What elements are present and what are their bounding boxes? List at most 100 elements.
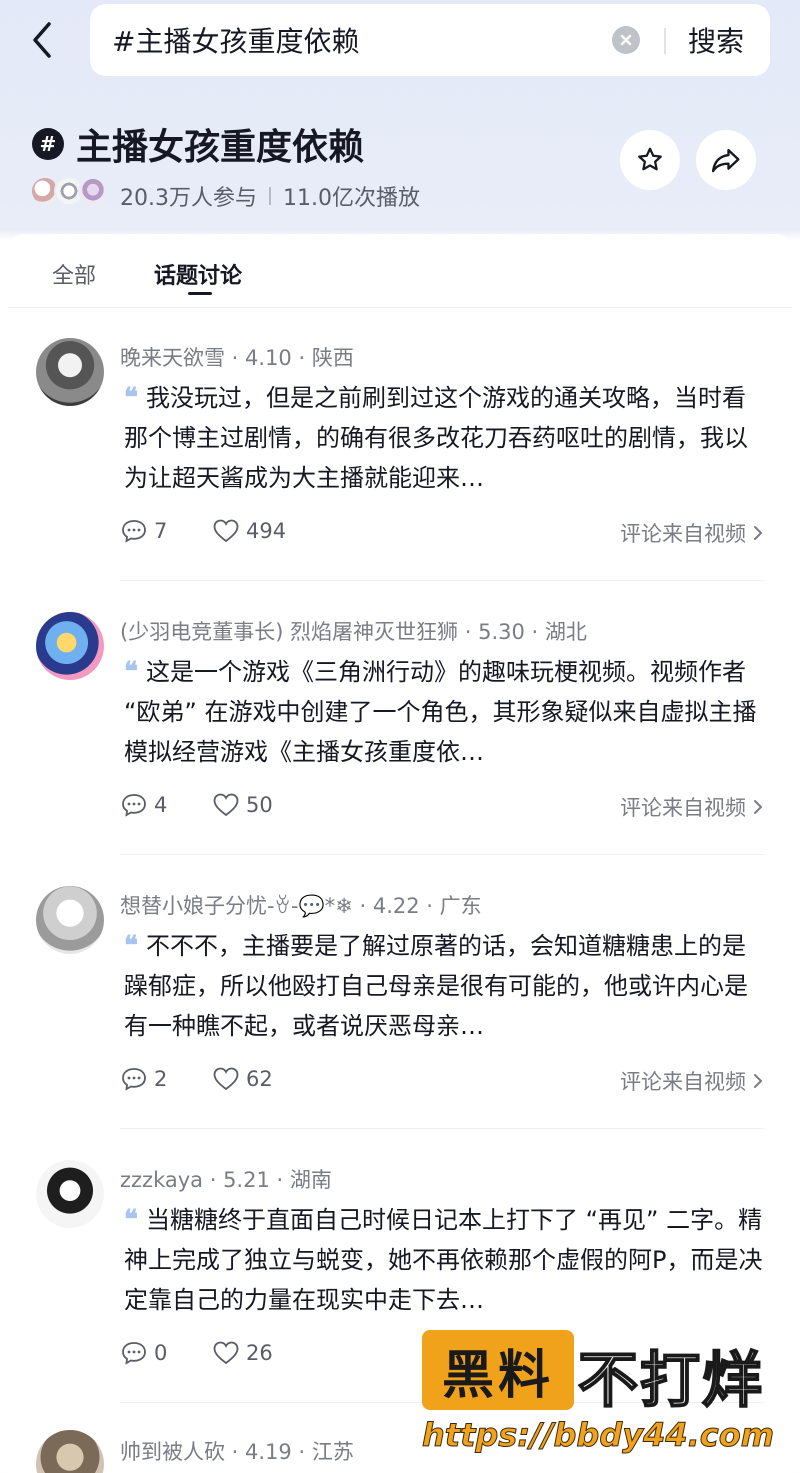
source-link[interactable]: 评论来自视频: [620, 518, 764, 548]
username[interactable]: 晚来天欲雪: [120, 346, 225, 370]
comment-text: 当糖糖终于直面自己时候日记本上打下了 “再见” 二字。精神上完成了独立与蜕变，她…: [124, 1206, 763, 1314]
post-region: 湖北: [544, 620, 587, 644]
comment-text-block[interactable]: ❝ 当糖糖终于直面自己时候日记本上打下了 “再见” 二字。精神上完成了独立与蜕变，…: [124, 1200, 764, 1320]
divider: [664, 28, 666, 54]
chevron-right-icon: [754, 1074, 763, 1088]
avatar: [78, 176, 108, 206]
tab-bar: 全部 话题讨论: [8, 234, 792, 308]
comment-meta: 晚来天欲雪 · 4.10 · 陕西: [120, 346, 354, 370]
clear-search-button[interactable]: [612, 26, 640, 54]
comment-count-button[interactable]: 4: [120, 792, 167, 818]
comment-count: 7: [154, 519, 168, 543]
divider: [120, 854, 764, 855]
post-date: 5.30: [478, 620, 525, 644]
source-label: 评论来自视频: [620, 522, 746, 546]
share-button[interactable]: [696, 130, 756, 190]
avatar[interactable]: [36, 612, 104, 680]
source-label: 评论来自视频: [620, 1070, 746, 1094]
comment-actions: 4 50 评论来自视频: [120, 792, 764, 832]
post-date: 4.19: [245, 1440, 292, 1464]
like-button[interactable]: 50: [212, 792, 273, 818]
like-button[interactable]: 26: [212, 1340, 273, 1366]
quote-icon: ❝: [124, 657, 138, 687]
comment-text-block[interactable]: ❝ 我没玩过，但是之前刷到过这个游戏的通关攻略，当时看那个博主过剧情，的确有很多改…: [124, 378, 764, 498]
heart-icon: [213, 519, 239, 543]
comment-icon: [122, 1068, 146, 1091]
search-box[interactable]: #主播女孩重度依赖 搜索: [90, 4, 770, 76]
avatar[interactable]: [36, 1160, 104, 1228]
comment-icon: [122, 794, 146, 817]
like-count: 494: [246, 519, 287, 543]
avatar[interactable]: [36, 886, 104, 954]
quote-icon: ❝: [124, 383, 138, 413]
chevron-right-icon: [754, 800, 763, 814]
comment-count: 0: [154, 1341, 168, 1365]
post-region: 江苏: [311, 1440, 354, 1464]
post-date: 4.10: [245, 346, 292, 370]
avatar[interactable]: [36, 338, 104, 406]
comment-text: 这是一个游戏《三角洲行动》的趣味玩梗视频。视频作者 “欧弟” 在游戏中创建了一个…: [124, 658, 757, 766]
comment-meta: zzzkaya · 5.21 · 湖南: [120, 1168, 332, 1192]
username[interactable]: zzzkaya: [120, 1168, 203, 1192]
active-tab-indicator: [188, 292, 212, 295]
top-bar: #主播女孩重度依赖 搜索: [0, 0, 800, 90]
comment-meta: (少羽电竞董事长) 烈焰屠神灭世狂狮 · 5.30 · 湖北: [120, 620, 587, 644]
username[interactable]: 帅到被人砍: [120, 1440, 225, 1464]
topic-header: # 主播女孩重度依赖 20.3万人参与 11.0亿次播放: [0, 110, 800, 230]
comment-icon: [122, 520, 146, 543]
comment-count: 2: [154, 1067, 168, 1091]
hashtag-icon: #: [32, 128, 64, 160]
tab-all[interactable]: 全部: [52, 258, 96, 290]
source-link[interactable]: 评论来自视频: [620, 1066, 764, 1096]
participant-avatars: [30, 176, 114, 210]
heart-icon: [213, 1067, 239, 1091]
comment-count-button[interactable]: 0: [120, 1340, 167, 1366]
divider: [269, 187, 271, 205]
username[interactable]: (少羽电竞董事长) 烈焰屠神灭世狂狮: [120, 620, 458, 644]
username[interactable]: 想替小娘子分忧-ꈊ-💬*❄: [120, 894, 353, 918]
comment-text-block[interactable]: ❝ 不不不，主播要是了解过原著的话，会知道糖糖患上的是躁郁症，所以他殴打自己母亲是…: [124, 926, 764, 1046]
chevron-left-icon: [33, 22, 51, 58]
comment-text: 不不不，主播要是了解过原著的话，会知道糖糖患上的是躁郁症，所以他殴打自己母亲是很…: [124, 932, 748, 1040]
source-label: 评论来自视频: [620, 796, 746, 820]
like-button[interactable]: 494: [212, 518, 286, 544]
comment-count-button[interactable]: 2: [120, 1066, 167, 1092]
source-link[interactable]: 评论来自视频: [620, 792, 764, 822]
comment-count: 4: [154, 793, 168, 817]
divider: [120, 1128, 764, 1129]
comment-text: 我没玩过，但是之前刷到过这个游戏的通关攻略，当时看那个博主过剧情，的确有很多改花…: [124, 384, 748, 492]
close-icon: [620, 34, 632, 46]
back-button[interactable]: [22, 18, 62, 62]
watermark-logo: 黑料: [422, 1330, 574, 1410]
comment-count-button[interactable]: 7: [120, 518, 167, 544]
topic-stats: 20.3万人参与 11.0亿次播放: [120, 180, 420, 212]
comment-text-block[interactable]: ❝ 这是一个游戏《三角洲行动》的趣味玩梗视频。视频作者 “欧弟” 在游戏中创建了一…: [124, 652, 764, 772]
participants-count: 20.3万人参与: [120, 186, 257, 211]
favorite-button[interactable]: [620, 130, 680, 190]
avatar[interactable]: [36, 1430, 104, 1473]
comment-actions: 2 62 评论来自视频: [120, 1066, 764, 1106]
like-count: 62: [246, 1067, 273, 1091]
comment-icon: [122, 1342, 146, 1365]
quote-icon: ❝: [124, 1205, 138, 1235]
chevron-right-icon: [754, 526, 763, 540]
post-region: 广东: [439, 894, 482, 918]
watermark-url: https://bbdy44.com: [421, 1416, 775, 1455]
page-title: 主播女孩重度依赖: [76, 127, 365, 168]
comment-meta: 帅到被人砍 · 4.19 · 江苏: [120, 1440, 354, 1464]
divider: [120, 580, 764, 581]
like-button[interactable]: 62: [212, 1066, 273, 1092]
post-region: 湖南: [289, 1168, 332, 1192]
search-input[interactable]: #主播女孩重度依赖: [112, 20, 359, 60]
post-date: 4.22: [372, 894, 420, 918]
like-count: 26: [246, 1341, 273, 1365]
post-date: 5.21: [223, 1168, 270, 1192]
star-icon: [638, 147, 662, 171]
heart-icon: [213, 1341, 239, 1365]
tab-discussion[interactable]: 话题讨论: [154, 258, 242, 290]
post-region: 陕西: [311, 346, 354, 370]
search-button[interactable]: 搜索: [688, 20, 744, 60]
share-icon: [711, 148, 740, 173]
watermark: 黑料 不打烊 https://bbdy44.com: [421, 1330, 792, 1470]
watermark-text: 不打烊: [577, 1345, 764, 1417]
